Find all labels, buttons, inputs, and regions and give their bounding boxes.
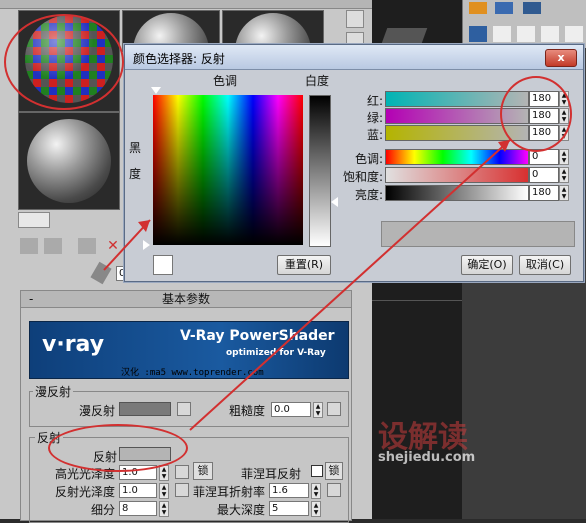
arrow-line — [189, 139, 511, 431]
annotation-arrows — [103, 139, 511, 431]
